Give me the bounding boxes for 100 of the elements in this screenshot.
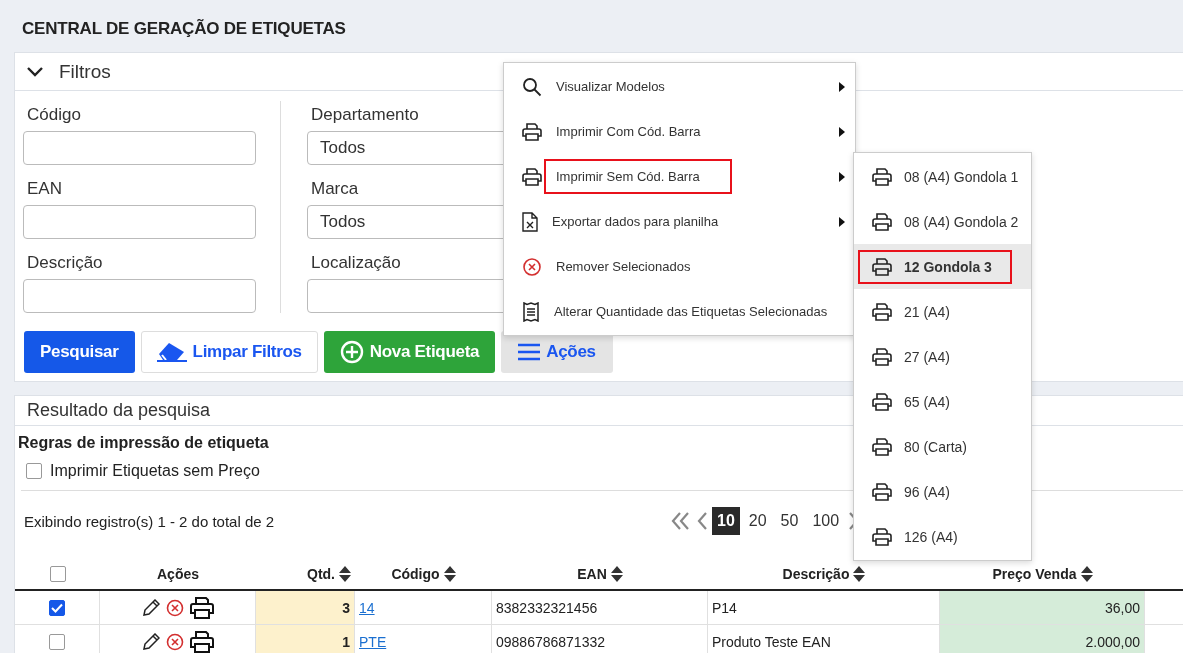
printer-icon <box>872 527 892 546</box>
field-label: Código <box>26 104 82 126</box>
row-checkbox[interactable] <box>49 599 65 616</box>
input-field[interactable] <box>23 131 256 165</box>
submenu-item[interactable]: 21 (A4) <box>854 289 1031 334</box>
code-link[interactable]: 14 <box>359 599 375 616</box>
printer-icon <box>872 212 892 231</box>
ean-cell: 09886786871332 <box>492 625 708 653</box>
printer-icon <box>522 167 542 186</box>
printer-icon <box>872 437 892 456</box>
submenu-item-label: 08 (A4) Gondola 1 <box>904 168 1019 185</box>
printer-icon <box>872 347 892 366</box>
menu-item[interactable]: Alterar Quantidade das Etiquetas Selecionadas <box>504 289 855 334</box>
results-title: Resultado da pesquisa <box>27 400 211 421</box>
menu-item-label: Visualizar Modelos <box>555 78 666 96</box>
row-checkbox[interactable] <box>49 633 65 650</box>
pencil-icon[interactable] <box>141 598 160 617</box>
submenu-item[interactable]: 65 (A4) <box>854 379 1031 424</box>
record-count: Exibindo registro(s) 1 - 2 do total de 2 <box>24 512 276 530</box>
search-icon <box>522 76 542 97</box>
ean-cell: 8382332321456 <box>492 591 708 624</box>
submenu-item-label: 96 (A4) <box>904 483 950 500</box>
column-header[interactable]: Qtd. <box>307 566 335 582</box>
column-header[interactable]: EAN <box>577 566 607 582</box>
submenu-item[interactable]: 12 Gondola 3 <box>854 244 1031 289</box>
page-size-option[interactable]: 10 <box>712 507 740 535</box>
remove-icon[interactable] <box>165 598 184 617</box>
menu-icon <box>518 343 541 361</box>
price-cell: 2.000,00 <box>940 625 1145 653</box>
page-size-option[interactable]: 20 <box>743 507 772 535</box>
menu-item[interactable]: Imprimir Com Cód. Barra <box>504 109 855 154</box>
select-all-checkbox[interactable] <box>49 566 66 582</box>
submenu-item-label: 126 (A4) <box>904 528 958 545</box>
column-header[interactable]: Preço Venda <box>992 566 1077 582</box>
field-label: Marca <box>310 178 360 200</box>
page-size-option[interactable]: 100 <box>807 507 845 535</box>
column-header[interactable]: Ações <box>157 566 199 582</box>
menu-item[interactable]: Remover Selecionados <box>504 244 855 289</box>
remove-icon <box>522 256 542 277</box>
sort-icon[interactable] <box>610 566 623 582</box>
spreadsheet-file-icon <box>522 211 538 232</box>
printer-icon <box>872 302 892 321</box>
field-label: EAN <box>26 178 63 200</box>
submenu-item[interactable]: 08 (A4) Gondola 2 <box>854 199 1031 244</box>
menu-item[interactable]: Imprimir Sem Cód. Barra <box>504 154 855 199</box>
previous-page-icon[interactable] <box>696 512 708 530</box>
quantity-cell: 3 <box>256 591 355 624</box>
submenu-item[interactable]: 27 (A4) <box>854 334 1031 379</box>
sort-icon[interactable] <box>339 566 351 582</box>
printer-icon <box>872 482 892 501</box>
rules-title: Regras de impressão de etiqueta <box>18 434 269 452</box>
printer-icon[interactable] <box>189 596 214 619</box>
submenu-arrow-icon <box>839 172 845 182</box>
input-field[interactable] <box>23 205 256 239</box>
page-size-option[interactable]: 50 <box>775 507 804 535</box>
column-header[interactable]: Código <box>391 566 440 582</box>
printer-icon <box>522 122 542 141</box>
printer-icon <box>872 257 892 276</box>
sort-icon[interactable] <box>1080 566 1093 582</box>
code-link[interactable]: PTE <box>359 633 387 650</box>
field-label: Localização <box>310 252 402 274</box>
printer-icon <box>872 392 892 411</box>
printer-icon[interactable] <box>189 630 214 653</box>
submenu-item-label: 65 (A4) <box>904 393 950 410</box>
quantity-cell: 1 <box>256 625 355 653</box>
column-header[interactable]: Descrição <box>782 566 850 582</box>
submenu-item[interactable]: 08 (A4) Gondola 1 <box>854 154 1031 199</box>
remove-icon[interactable] <box>165 632 184 651</box>
submenu-item[interactable]: 96 (A4) <box>854 469 1031 514</box>
submenu-item-label: 80 (Carta) <box>904 438 968 455</box>
sort-icon[interactable] <box>443 566 456 582</box>
menu-item[interactable]: Exportar dados para planilha <box>504 199 855 244</box>
menu-item-label: Remover Selecionados <box>555 258 692 276</box>
filters-title: Filtros <box>59 60 111 83</box>
clear-filters-button[interactable]: Limpar Filtros <box>140 331 318 373</box>
submenu-item[interactable]: 80 (Carta) <box>854 424 1031 469</box>
input-field[interactable] <box>23 279 256 313</box>
sort-icon[interactable] <box>853 566 866 582</box>
field-label: Departamento <box>310 104 420 126</box>
pencil-icon[interactable] <box>141 632 160 651</box>
menu-item-label: Alterar Quantidade das Etiquetas Selecionadas <box>553 303 829 321</box>
chevron-icon[interactable] <box>27 66 43 77</box>
submenu-arrow-icon <box>839 82 845 92</box>
checkbox[interactable] <box>26 463 42 479</box>
eraser-icon <box>156 342 187 362</box>
printer-icon <box>872 167 892 186</box>
plus-circle-icon <box>339 340 364 364</box>
submenu-arrow-icon <box>839 127 845 137</box>
submenu-item-label: 21 (A4) <box>904 303 950 320</box>
receipt-icon <box>522 301 540 322</box>
submenu-item-label: 12 Gondola 3 <box>904 258 992 275</box>
menu-item-label: Imprimir Com Cód. Barra <box>555 123 702 141</box>
checkbox-label: Imprimir Etiquetas sem Preço <box>50 462 260 480</box>
first-page-icon[interactable] <box>670 512 692 530</box>
search-button[interactable]: Pesquisar <box>24 331 135 373</box>
submenu-item-label: 08 (A4) Gondola 2 <box>904 213 1019 230</box>
submenu-item[interactable]: 126 (A4) <box>854 514 1031 559</box>
menu-item[interactable]: Visualizar Modelos <box>504 64 855 109</box>
submenu-item-label: 27 (A4) <box>904 348 950 365</box>
page-title: CENTRAL DE GERAÇÃO DE ETIQUETAS <box>21 18 347 40</box>
